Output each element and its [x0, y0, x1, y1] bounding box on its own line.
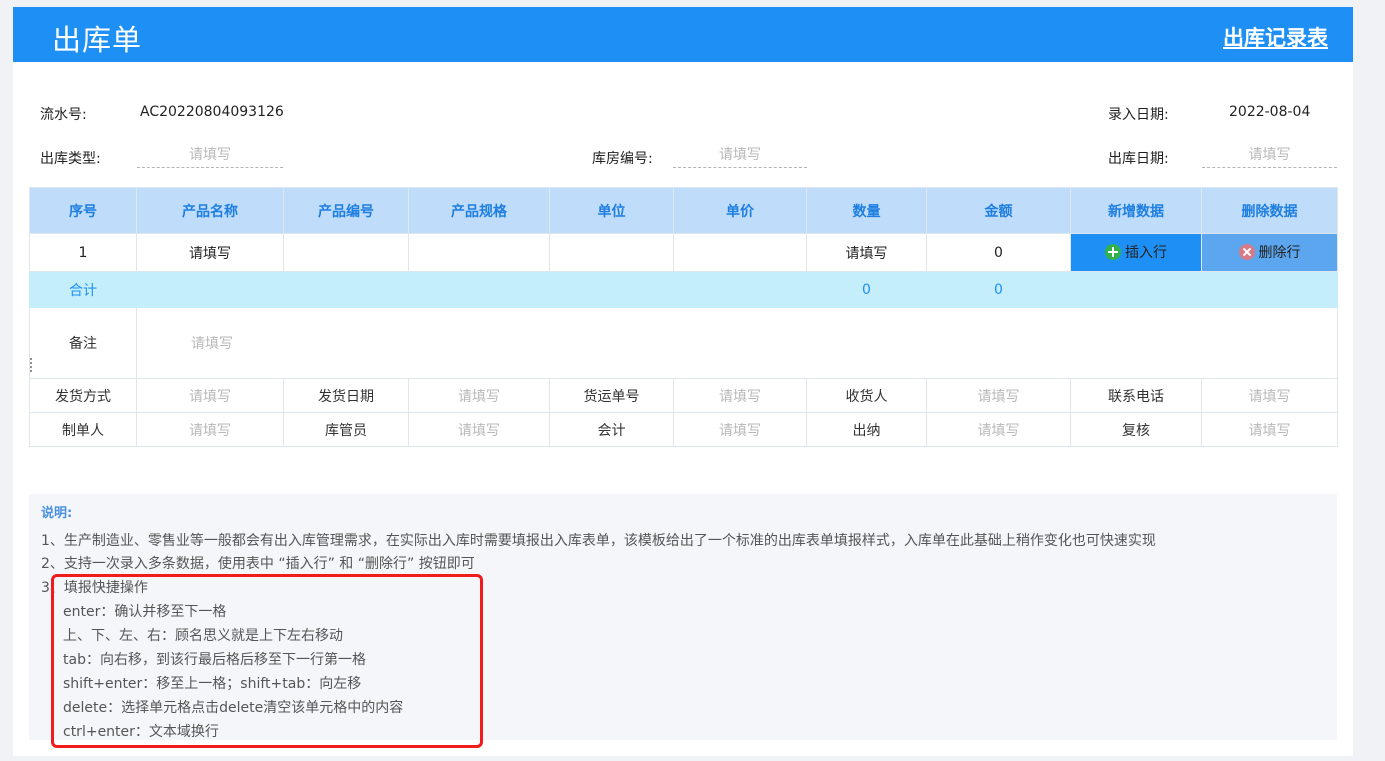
- note-line-1: 1、生产制造业、零售业等一般都会有出入库管理需求，在实际出入库时需要填报出入库表…: [41, 533, 1156, 549]
- out-date-input[interactable]: 请填写: [1202, 144, 1337, 168]
- total-label: 合计: [29, 271, 137, 308]
- total-row: 合计 0 0: [29, 271, 1338, 308]
- header-unit: 单位: [549, 187, 674, 234]
- out-type-label: 出库类型:: [40, 151, 101, 167]
- reviewer-input[interactable]: 请填写: [1201, 412, 1338, 447]
- phone-label: 联系电话: [1070, 378, 1202, 413]
- insert-row-button[interactable]: 插入行: [1070, 233, 1202, 272]
- cashier-label: 出纳: [806, 412, 927, 447]
- header-product-spec: 产品规格: [408, 187, 550, 234]
- unit-price-cell[interactable]: [673, 233, 807, 272]
- note-line-2: 2、支持一次录入多条数据，使用表中 “插入行” 和 “删除行” 按钮即可: [41, 556, 475, 572]
- info-row-2: 制单人 请填写 库管员 请填写 会计 请填写 出纳 请填写 复核 请填写: [29, 412, 1338, 447]
- header-index: 序号: [29, 187, 137, 234]
- header-add-data: 新增数据: [1070, 187, 1202, 234]
- total-amount: 0: [926, 271, 1071, 308]
- entry-date-value: 2022-08-04: [1229, 104, 1311, 120]
- shipping-method-input[interactable]: 请填写: [136, 378, 284, 413]
- info-row-1: 发货方式 请填写 发货日期 请填写 货运单号 请填写 收货人 请填写 联系电话 …: [29, 378, 1338, 413]
- table-header-row: 序号 产品名称 产品编号 产品规格 单位 单价 数量 金额 新增数据 删除数据: [29, 187, 1338, 234]
- insert-row-label: 插入行: [1125, 244, 1167, 261]
- plus-circle-icon: [1105, 243, 1121, 260]
- header-bar: 出库单 出库记录表: [13, 7, 1353, 62]
- waybill-label: 货运单号: [549, 378, 674, 413]
- record-table-link[interactable]: 出库记录表: [1223, 22, 1328, 52]
- shipping-date-label: 发货日期: [283, 378, 409, 413]
- shipping-method-label: 发货方式: [29, 378, 137, 413]
- unit-cell[interactable]: [549, 233, 674, 272]
- accountant-label: 会计: [549, 412, 674, 447]
- keeper-label: 库管员: [283, 412, 409, 447]
- notes-panel: 说明: 1、生产制造业、零售业等一般都会有出入库管理需求，在实际出入库时需要填报…: [29, 494, 1337, 748]
- header-product-code: 产品编号: [283, 187, 409, 234]
- header-delete-data: 删除数据: [1201, 187, 1338, 234]
- shipping-date-input[interactable]: 请填写: [408, 378, 550, 413]
- header-amount: 金额: [926, 187, 1071, 234]
- outbound-table: 序号 产品名称 产品编号 产品规格 单位 单价 数量 金额 新增数据 删除数据 …: [29, 187, 1338, 447]
- delete-row-label: 删除行: [1258, 244, 1301, 261]
- reviewer-label: 复核: [1070, 412, 1202, 447]
- amount-value: 0: [926, 233, 1071, 272]
- remark-input[interactable]: 请填写: [136, 307, 1338, 379]
- header-product-name: 产品名称: [136, 187, 284, 234]
- accountant-input[interactable]: 请填写: [673, 412, 807, 447]
- consignee-label: 收货人: [806, 378, 927, 413]
- out-type-input[interactable]: 请填写: [137, 144, 283, 168]
- row-index: 1: [29, 233, 137, 272]
- remark-label: 备注: [29, 307, 137, 379]
- delete-row-button[interactable]: 删除行: [1201, 233, 1338, 272]
- product-code-cell[interactable]: [283, 233, 409, 272]
- warehouse-input[interactable]: 请填写: [673, 144, 807, 168]
- x-circle-icon: [1238, 243, 1255, 260]
- serial-label: 流水号:: [40, 107, 87, 123]
- consignee-input[interactable]: 请填写: [926, 378, 1071, 413]
- product-spec-cell[interactable]: [408, 233, 550, 272]
- phone-input[interactable]: 请填写: [1201, 378, 1338, 413]
- serial-value: AC20220804093126: [140, 104, 284, 120]
- creator-label: 制单人: [29, 412, 137, 447]
- waybill-input[interactable]: 请填写: [673, 378, 807, 413]
- creator-input[interactable]: 请填写: [136, 412, 284, 447]
- page: 出库单 出库记录表 流水号: AC20220804093126 录入日期: 20…: [13, 7, 1353, 756]
- warehouse-label: 库房编号:: [592, 151, 653, 167]
- header-unit-price: 单价: [673, 187, 807, 234]
- keeper-input[interactable]: 请填写: [408, 412, 550, 447]
- page-title: 出库单: [52, 23, 143, 57]
- header-quantity: 数量: [806, 187, 927, 234]
- out-date-label: 出库日期:: [1108, 151, 1169, 167]
- cashier-input[interactable]: 请填写: [926, 412, 1071, 447]
- entry-date-label: 录入日期:: [1108, 107, 1169, 123]
- total-quantity: 0: [806, 271, 927, 308]
- product-name-input[interactable]: 请填写: [136, 233, 284, 272]
- highlight-box: [51, 574, 483, 748]
- table-row: 1 请填写 请填写 0 插入行 删除行: [29, 233, 1338, 272]
- remark-row: 备注 请填写: [29, 307, 1338, 379]
- quantity-input[interactable]: 请填写: [806, 233, 927, 272]
- notes-title: 说明:: [41, 506, 73, 521]
